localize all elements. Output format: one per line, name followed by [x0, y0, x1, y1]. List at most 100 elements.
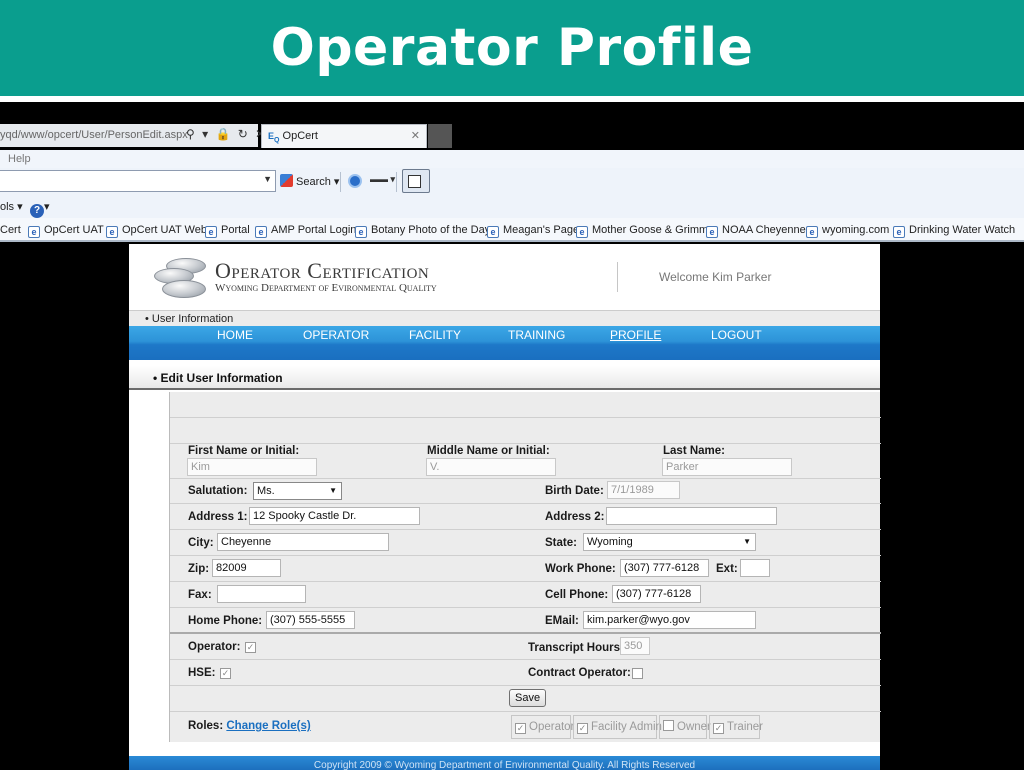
roles-row: Roles: Change Role(s) ✓ Operator ✓ Facility… — [170, 712, 881, 742]
tab-title: OpCert — [282, 130, 318, 142]
favorite-link[interactable]: e Mother Goose & Grimm — [576, 218, 708, 242]
salutation-select[interactable]: Ms. ▼ — [253, 482, 342, 500]
first-name-label: First Name or Initial: — [188, 445, 300, 457]
favorite-label: OpCert UAT Web — [122, 224, 207, 236]
help-button[interactable]: ? ▾ — [30, 196, 50, 218]
save-row: Save — [170, 686, 881, 712]
ie-page-icon: e — [205, 226, 217, 238]
email-label: EMail: — [545, 615, 579, 627]
close-tab-icon[interactable]: ✕ — [411, 125, 420, 147]
last-name-field[interactable]: Parker — [662, 458, 792, 476]
state-value: Wyoming — [587, 536, 633, 548]
nav-training[interactable]: TRAINING — [508, 328, 565, 342]
favorite-link[interactable]: e AMP Portal Login — [255, 218, 356, 242]
toolbar-search-input[interactable]: ▼ — [0, 170, 276, 192]
hse-row: HSE: ✓ Contract Operator: — [170, 660, 881, 686]
favorite-label: AMP Portal Login — [271, 224, 357, 236]
favorite-label: Drinking Water Watch — [909, 224, 1016, 236]
form-spacer-row — [170, 392, 881, 418]
city-label: City: — [188, 537, 214, 549]
city-field[interactable]: Cheyenne — [217, 533, 389, 551]
google-icon — [280, 174, 293, 187]
nav-home[interactable]: HOME — [217, 328, 253, 342]
favorite-link[interactable]: e Portal — [205, 218, 250, 242]
web-slice-icon[interactable] — [402, 169, 430, 193]
role-checkbox[interactable]: ✓ — [515, 723, 526, 734]
browser-toolbar: ▼ Search ▾ ▬▬ ▾ — [0, 168, 1024, 196]
ie-page-icon: e — [106, 226, 118, 238]
edit-user-form: First Name or Initial: Kim Middle Name o… — [169, 392, 881, 742]
zip-field[interactable]: 82009 — [212, 559, 281, 577]
favorite-link[interactable]: e Meagan's Page — [487, 218, 579, 242]
address-icons[interactable]: ⚲ ▾ 🔒 ↻ ✕ — [186, 127, 267, 141]
role-checkbox[interactable] — [663, 720, 674, 731]
favorite-link[interactable]: e Drinking Water Watch — [893, 218, 1015, 242]
roles-label: Roles: Change Role(s) — [188, 720, 311, 732]
fax-field[interactable] — [217, 585, 306, 603]
new-tab-button[interactable] — [428, 124, 452, 148]
change-roles-link[interactable]: Change Role(s) — [226, 720, 310, 732]
favorite-link[interactable]: Cert — [0, 218, 21, 242]
browser-tab-opcert[interactable]: EQ OpCert ✕ — [261, 124, 427, 148]
ie-page-icon: e — [806, 226, 818, 238]
middle-name-field[interactable]: V. — [426, 458, 556, 476]
fax-row: Fax: Cell Phone: (307) 777-6128 — [170, 582, 881, 608]
form-spacer-row — [170, 418, 881, 444]
bbc-icon[interactable]: ▬▬ ▾ — [370, 174, 395, 185]
favorite-label: wyoming.com — [822, 224, 890, 236]
operator-checkbox[interactable]: ✓ — [245, 642, 256, 653]
role-operator[interactable]: ✓ Operator — [511, 715, 574, 739]
favorite-label: Meagan's Page — [503, 224, 580, 236]
toolbar-search-label: Search — [296, 176, 331, 188]
tools-menu[interactable]: ols ▾ — [0, 196, 23, 218]
nav-facility[interactable]: FACILITY — [409, 328, 461, 342]
address1-field[interactable]: 12 Spooky Castle Dr. — [249, 507, 420, 525]
nav-operator[interactable]: OPERATOR — [303, 328, 369, 342]
ie-page-icon: e — [893, 226, 905, 238]
birth-date-field[interactable]: 7/1/1989 — [607, 481, 680, 499]
role-checkbox[interactable]: ✓ — [713, 723, 724, 734]
nav-profile[interactable]: PROFILE — [610, 328, 661, 342]
chevron-down-icon[interactable]: ▼ — [263, 174, 272, 184]
role-facility-admin[interactable]: ✓ Facility Admin — [573, 715, 662, 739]
command-bar: ols ▾ ? ▾ — [0, 196, 1024, 218]
salutation-label: Salutation: — [188, 485, 248, 497]
last-name-label: Last Name: — [663, 445, 725, 457]
menu-help[interactable]: Help — [8, 153, 31, 165]
favorite-label: Portal — [221, 224, 250, 236]
favorite-link[interactable]: e wyoming.com — [806, 218, 889, 242]
hse-checkbox[interactable]: ✓ — [220, 668, 231, 679]
toolbar-separator — [340, 172, 341, 192]
favorites-bar: Cert e OpCert UAT e OpCert UAT Web e Portal e AM… — [0, 218, 1024, 242]
home-phone-field[interactable]: (307) 555-5555 — [266, 611, 355, 629]
transcript-hours-field[interactable]: 350 — [620, 637, 650, 655]
favorite-link[interactable]: e OpCert UAT — [28, 218, 104, 242]
ie-icon[interactable] — [348, 174, 362, 188]
chevron-down-icon: ▼ — [743, 537, 751, 546]
favorite-link[interactable]: e Botany Photo of the Day — [355, 218, 490, 242]
role-trainer[interactable]: ✓ Trainer — [709, 715, 763, 739]
state-select[interactable]: Wyoming ▼ — [583, 533, 756, 551]
email-field[interactable]: kim.parker@wyo.gov — [583, 611, 756, 629]
zip-label: Zip: — [188, 563, 210, 575]
favorite-link[interactable]: e NOAA Cheyenne — [706, 218, 806, 242]
salutation-value: Ms. — [257, 485, 275, 497]
web-page: Operator Certification Wyoming Departmen… — [129, 244, 881, 770]
dome-logo-icon — [148, 256, 210, 300]
save-button[interactable]: Save — [509, 689, 547, 707]
ie-page-icon: e — [355, 226, 367, 238]
nav-logout[interactable]: LOGOUT — [711, 328, 762, 342]
site-title: Operator Certification — [215, 258, 430, 283]
favorite-link[interactable]: e OpCert UAT Web — [106, 218, 207, 242]
toolbar-search-button[interactable]: Search ▾ — [280, 174, 339, 188]
address2-field[interactable] — [606, 507, 777, 525]
first-name-field[interactable]: Kim — [187, 458, 317, 476]
contract-operator-checkbox[interactable] — [632, 668, 643, 679]
cell-phone-field[interactable]: (307) 777-6128 — [612, 585, 701, 603]
address-url: yqd/www/opcert/User/PersonEdit.aspx — [0, 129, 188, 141]
work-phone-field[interactable]: (307) 777-6128 — [620, 559, 709, 577]
role-owner[interactable]: Owner — [659, 715, 711, 739]
role-checkbox[interactable]: ✓ — [577, 723, 588, 734]
ext-field[interactable] — [740, 559, 770, 577]
address1-label: Address 1: — [188, 511, 248, 523]
